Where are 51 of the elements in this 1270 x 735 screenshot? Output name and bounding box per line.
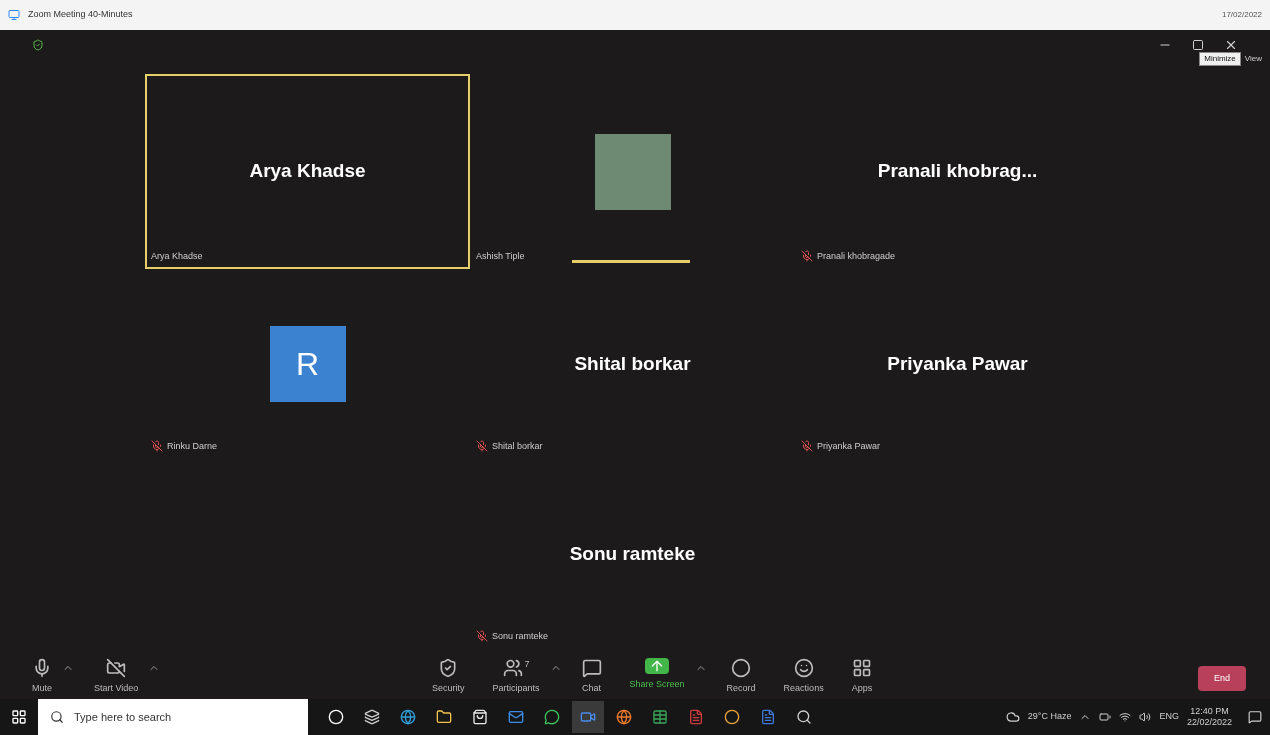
weather-icon bbox=[1005, 710, 1020, 724]
toolbar-button[interactable]: Share Screen bbox=[621, 657, 693, 691]
date-text: 17/02/2022 bbox=[1221, 9, 1262, 21]
avatar-initial: R bbox=[269, 326, 346, 402]
window-title: Zoom Meeting 40-Minutes bbox=[28, 8, 133, 22]
toolbar-button[interactable]: 7 Participants bbox=[484, 657, 548, 695]
clock-time: 12:40 PM bbox=[1190, 705, 1229, 717]
participant-label: Pranali khobragade bbox=[817, 249, 896, 263]
view-button[interactable]: View bbox=[1244, 53, 1262, 65]
mic-icon bbox=[32, 657, 52, 678]
toolbar-button[interactable]: Apps bbox=[843, 657, 881, 695]
wifi-icon bbox=[1119, 711, 1132, 723]
participant-label: Arya Khadse bbox=[151, 249, 203, 263]
toolbar-button[interactable]: Start Video bbox=[86, 657, 147, 695]
participant-label: Rinku Darne bbox=[167, 439, 218, 453]
participant-name: Priyanka Pawar bbox=[887, 351, 1028, 376]
zoom-app-icon bbox=[8, 9, 20, 21]
participant-name: Pranali khobrag... bbox=[877, 159, 1038, 184]
end-button[interactable]: End bbox=[1198, 665, 1246, 691]
apps-icon bbox=[851, 657, 872, 678]
search-icon bbox=[50, 710, 64, 724]
encryption-shield-icon bbox=[32, 39, 44, 51]
participant-name: Shital borkar bbox=[574, 351, 691, 376]
share-screen-icon bbox=[645, 657, 670, 674]
toolbar-button[interactable]: Chat bbox=[573, 657, 610, 695]
tooltip: Minimize bbox=[1199, 52, 1241, 66]
toolbar-button[interactable]: Security bbox=[424, 657, 473, 695]
participant-name: Arya Khadse bbox=[249, 159, 366, 184]
record-icon bbox=[731, 657, 752, 678]
toolbar-button[interactable]: Mute bbox=[24, 657, 60, 695]
participant-label: Ashish Tiple bbox=[476, 249, 525, 263]
participant-label: Sonu ramteke bbox=[492, 629, 549, 643]
video-icon bbox=[106, 657, 127, 678]
maximize-icon[interactable] bbox=[1192, 39, 1204, 51]
volume-icon bbox=[1139, 711, 1152, 723]
participant-count: 7 bbox=[524, 657, 530, 671]
clock-date: 22/02/2022 bbox=[1186, 717, 1232, 729]
participant-label: Priyanka Pawar bbox=[817, 439, 881, 453]
search-field[interactable]: Type here to search bbox=[38, 699, 308, 735]
participant-name: Sonu ramteke bbox=[569, 541, 696, 566]
chat-icon bbox=[581, 657, 602, 678]
toolbar-button[interactable]: Record bbox=[718, 657, 764, 695]
language-indicator[interactable]: ENG bbox=[1159, 710, 1179, 724]
notifications-icon[interactable] bbox=[1248, 710, 1262, 724]
toolbar-button[interactable]: Reactions bbox=[775, 657, 832, 695]
security-icon bbox=[438, 657, 459, 678]
participants-icon bbox=[502, 657, 523, 678]
close-icon[interactable] bbox=[1224, 38, 1238, 52]
participant-label: Shital borkar bbox=[492, 439, 543, 453]
weather-text: 29°C Haze bbox=[1027, 710, 1072, 724]
reactions-icon bbox=[793, 657, 814, 678]
